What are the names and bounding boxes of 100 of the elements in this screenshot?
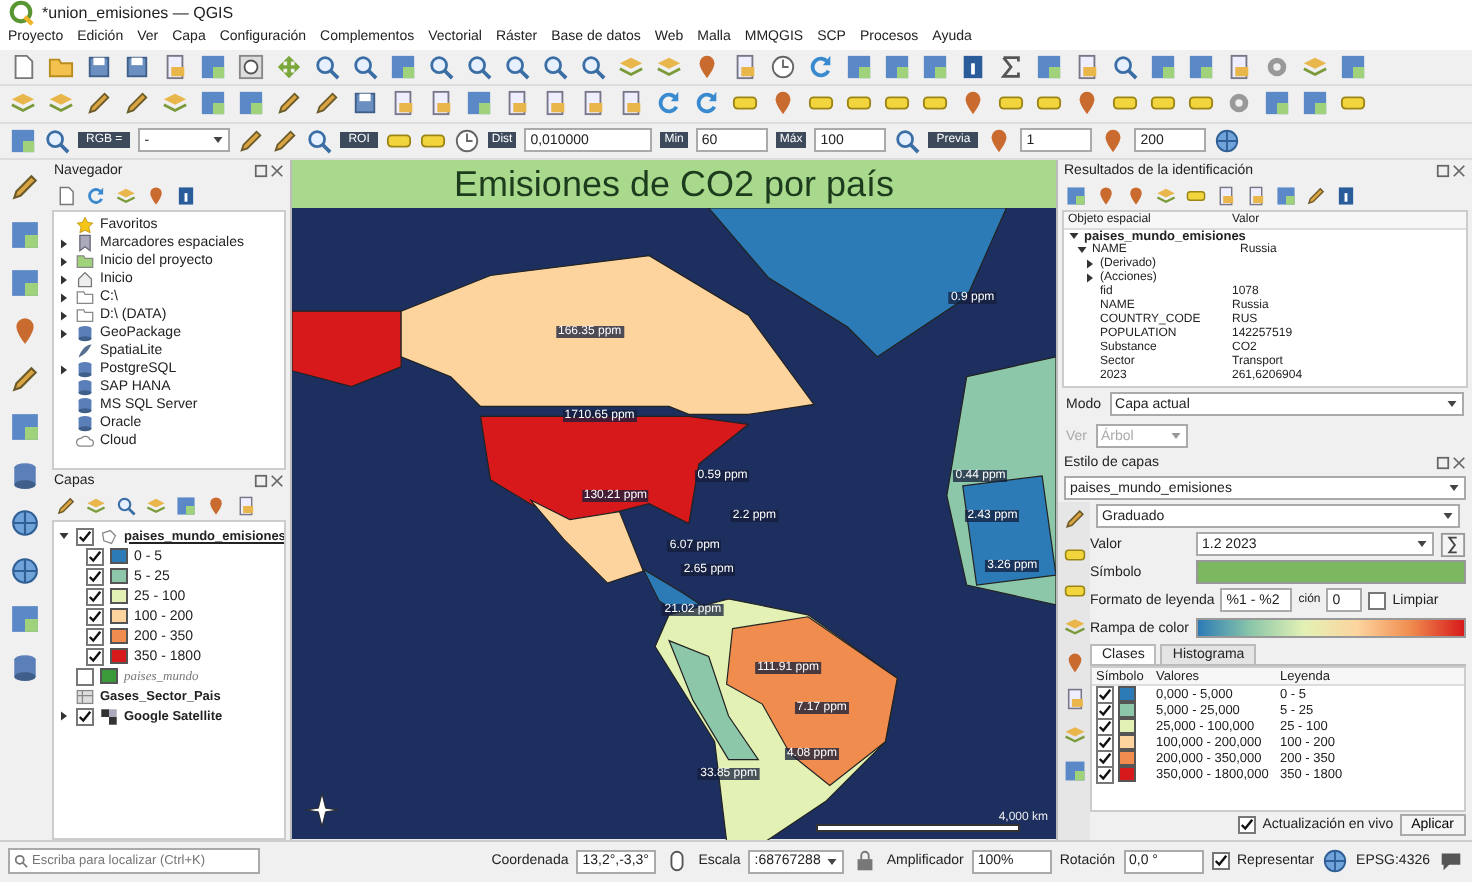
magnifier-icon[interactable] <box>1112 53 1138 80</box>
pin-icon[interactable] <box>960 90 986 117</box>
float-panel-icon[interactable] <box>254 164 268 179</box>
checkbox[interactable] <box>86 647 104 666</box>
magnifier-icon[interactable] <box>428 53 454 80</box>
layers-icon[interactable] <box>116 186 136 207</box>
move-icon[interactable] <box>276 53 302 80</box>
label-icon[interactable] <box>1063 544 1085 567</box>
grid-icon[interactable] <box>390 53 416 80</box>
close-icon[interactable] <box>1452 456 1466 471</box>
clock-icon[interactable] <box>453 127 480 154</box>
layers-icon[interactable] <box>10 90 36 117</box>
close-icon[interactable] <box>270 164 284 179</box>
expand-arrow-icon[interactable] <box>58 255 70 268</box>
page-icon[interactable] <box>428 90 454 117</box>
globe-icon[interactable] <box>1322 848 1349 875</box>
close-icon[interactable] <box>270 474 284 489</box>
grid-icon[interactable] <box>176 496 196 517</box>
label-icon[interactable] <box>1063 580 1085 603</box>
expand-arrow-icon[interactable] <box>58 309 70 322</box>
float-panel-icon[interactable] <box>1436 164 1450 179</box>
layers-icon[interactable] <box>1156 185 1176 206</box>
page-icon[interactable] <box>1246 185 1266 206</box>
grid-icon[interactable] <box>9 412 39 443</box>
collapse-arrow-icon[interactable] <box>1076 244 1088 257</box>
page-icon[interactable] <box>1216 185 1236 206</box>
grid-icon[interactable] <box>9 220 39 251</box>
page-icon[interactable] <box>504 90 530 117</box>
grid-icon[interactable] <box>9 604 39 635</box>
save-icon[interactable] <box>124 53 150 80</box>
checkbox[interactable] <box>1211 852 1229 871</box>
refresh-icon[interactable] <box>694 90 720 117</box>
grid-icon[interactable] <box>1276 185 1296 206</box>
info-icon[interactable] <box>176 186 196 207</box>
globe-icon[interactable] <box>9 556 39 587</box>
grid-icon[interactable] <box>1264 90 1290 117</box>
map-drawing[interactable] <box>292 208 1056 840</box>
grid-icon[interactable] <box>466 90 492 117</box>
message-icon[interactable] <box>1438 848 1464 875</box>
pencil-icon[interactable] <box>9 364 39 395</box>
magnifier-icon[interactable] <box>44 127 70 154</box>
grid-icon[interactable] <box>1063 760 1085 783</box>
new-file-icon[interactable] <box>10 53 36 80</box>
page-icon[interactable] <box>580 90 606 117</box>
checkbox[interactable] <box>86 587 104 606</box>
page-icon[interactable] <box>236 496 256 517</box>
page-icon[interactable] <box>618 90 644 117</box>
magnifier-icon[interactable] <box>314 53 340 80</box>
float-panel-icon[interactable] <box>254 474 268 489</box>
layers-icon[interactable] <box>656 53 682 80</box>
magnifier-icon[interactable] <box>542 53 568 80</box>
float-panel-icon[interactable] <box>1436 456 1450 471</box>
grid-icon[interactable] <box>200 53 226 80</box>
layers-icon[interactable] <box>1063 616 1085 639</box>
grid-icon[interactable] <box>846 53 872 80</box>
expand-arrow-icon[interactable] <box>58 363 70 376</box>
grid-icon[interactable] <box>1036 53 1062 80</box>
grid-icon[interactable] <box>10 127 36 154</box>
magnifier-icon[interactable] <box>580 53 606 80</box>
page-icon[interactable] <box>1226 53 1252 80</box>
pencil-icon[interactable] <box>86 90 112 117</box>
pin-icon[interactable] <box>770 90 796 117</box>
pin-icon[interactable] <box>1074 90 1100 117</box>
layers-icon[interactable] <box>162 90 188 117</box>
layers-icon[interactable] <box>48 90 74 117</box>
pencil-icon[interactable] <box>1306 185 1326 206</box>
pencil-icon[interactable] <box>238 127 265 154</box>
pencil-icon[interactable] <box>276 90 302 117</box>
grid-icon[interactable] <box>1302 90 1328 117</box>
pin-icon[interactable] <box>1096 185 1116 206</box>
expand-arrow-icon[interactable] <box>58 273 70 286</box>
grid-icon[interactable] <box>922 53 948 80</box>
pencil-icon[interactable] <box>1063 508 1085 531</box>
pin-icon[interactable] <box>1063 652 1085 675</box>
grid-icon[interactable] <box>1340 53 1366 80</box>
save-icon[interactable] <box>352 90 378 117</box>
expand-arrow-icon[interactable] <box>58 710 70 723</box>
magnifier-icon[interactable] <box>352 53 378 80</box>
grid-icon[interactable] <box>1150 53 1176 80</box>
page-icon[interactable] <box>732 53 758 80</box>
expand-arrow-icon[interactable] <box>58 237 70 250</box>
pencil-icon[interactable] <box>9 172 39 203</box>
magnifier-icon[interactable] <box>306 127 333 154</box>
clock-icon[interactable] <box>770 53 796 80</box>
page-icon[interactable] <box>162 53 188 80</box>
grid-icon[interactable] <box>9 268 39 299</box>
refresh-icon[interactable] <box>808 53 834 80</box>
color-ramp[interactable] <box>1196 618 1466 639</box>
expression-icon[interactable] <box>1440 531 1466 558</box>
new-file-icon[interactable] <box>56 186 76 207</box>
close-icon[interactable] <box>1452 164 1466 179</box>
page-icon[interactable] <box>1074 53 1100 80</box>
checkbox[interactable] <box>1238 816 1257 835</box>
pencil-icon[interactable] <box>56 496 76 517</box>
checkbox[interactable] <box>76 667 94 686</box>
pencil-icon[interactable] <box>314 90 340 117</box>
folder-icon[interactable] <box>48 53 74 80</box>
page-icon[interactable] <box>542 90 568 117</box>
checkbox[interactable] <box>86 567 104 586</box>
pencil-icon[interactable] <box>124 90 150 117</box>
